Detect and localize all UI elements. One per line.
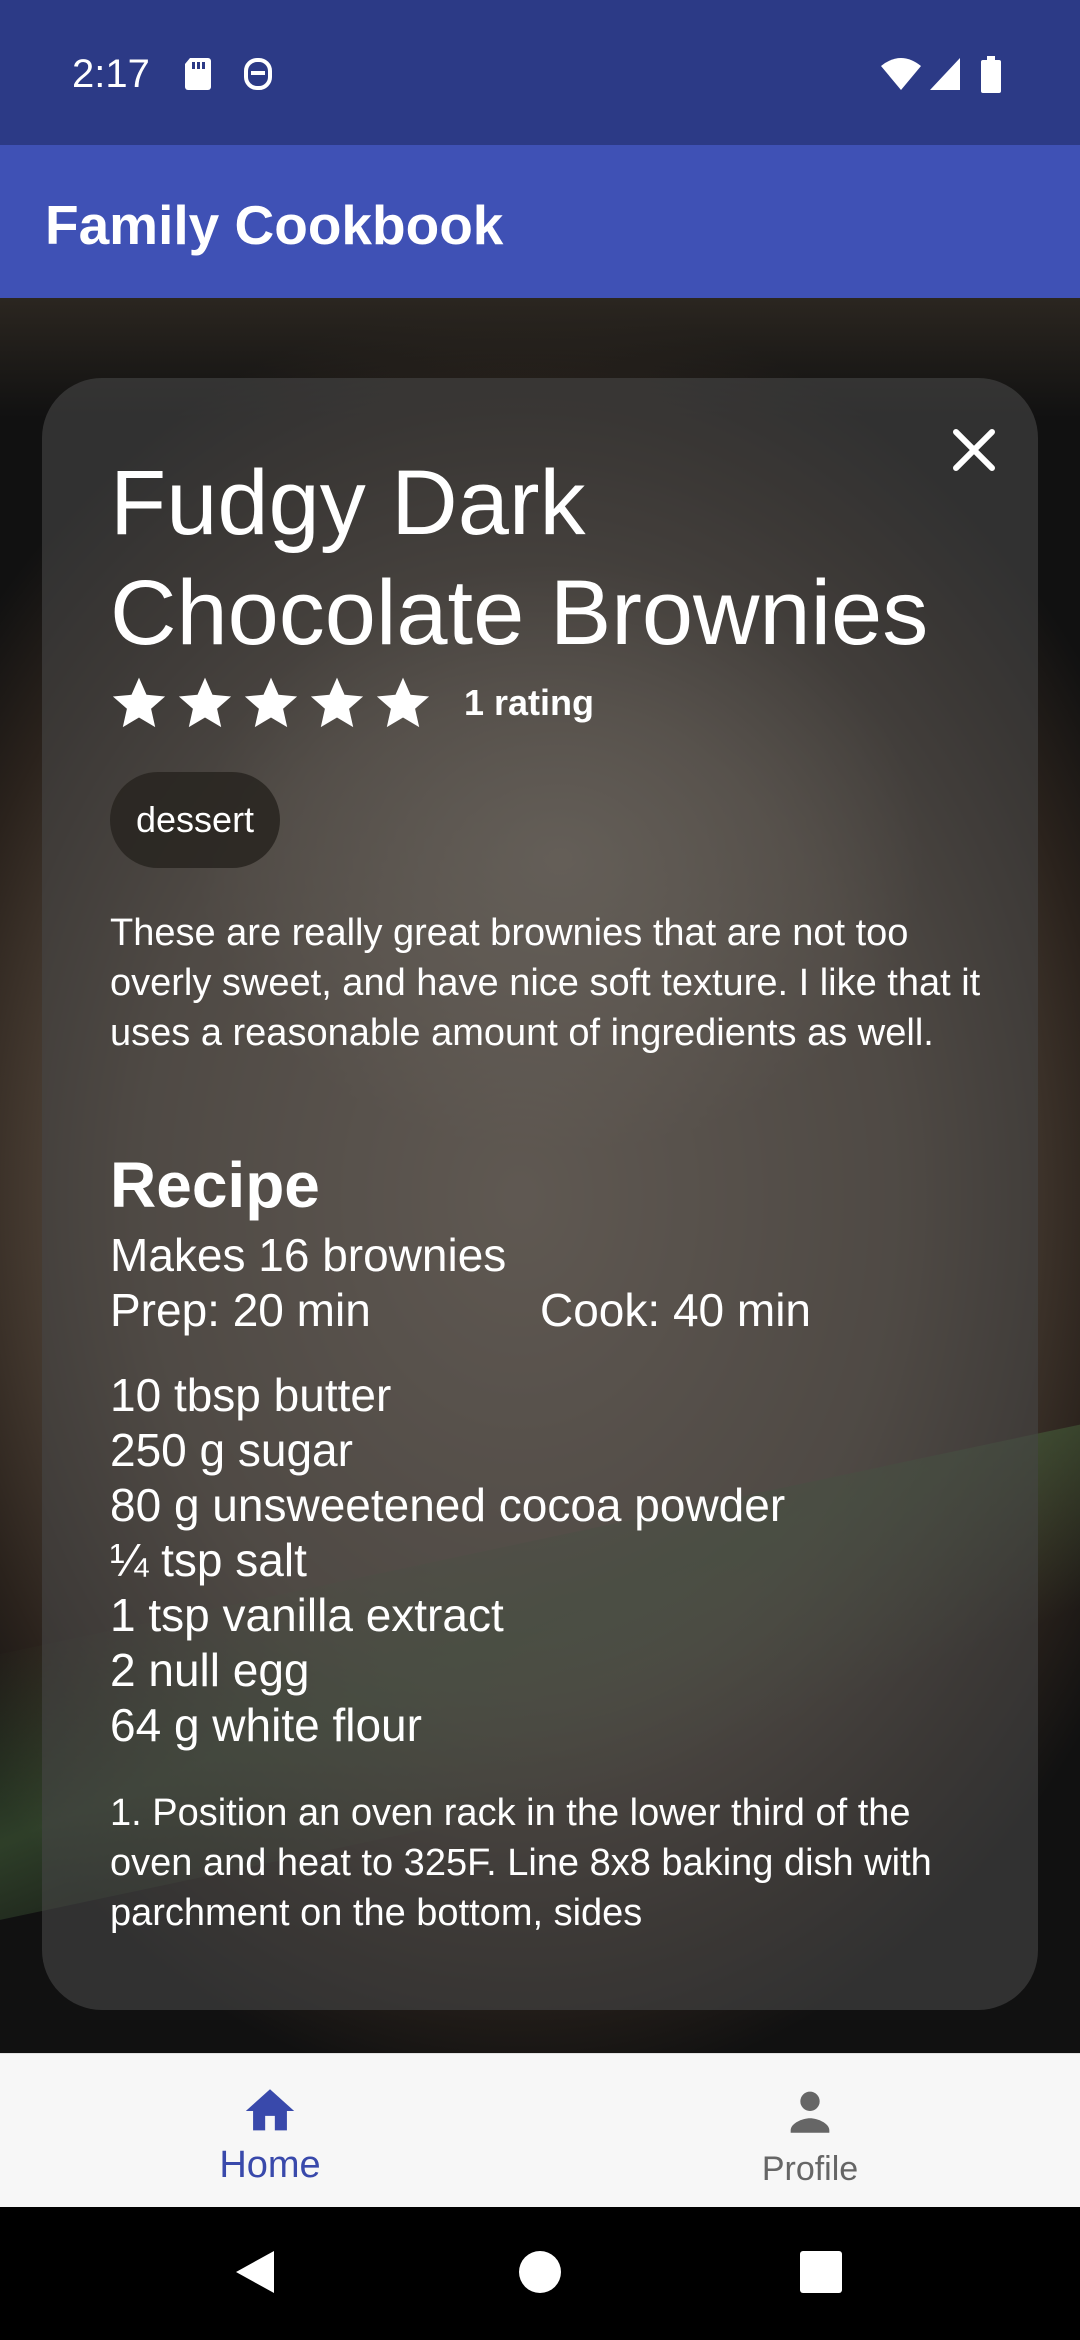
star-icon (310, 677, 364, 728)
ingredient-item: 80 g unsweetened cocoa powder (110, 1479, 786, 1531)
ingredient-item: 64 g white flour (110, 1699, 422, 1751)
home-icon (245, 2089, 295, 2131)
back-icon[interactable] (232, 2247, 278, 2297)
ingredient-item: 2 null egg (110, 1644, 310, 1696)
status-time: 2:17 (72, 52, 150, 96)
ingredient-item: 250 g sugar (110, 1424, 353, 1476)
battery-icon (981, 56, 1001, 93)
star-icon (376, 677, 430, 728)
star-icon (112, 677, 166, 728)
sd-card-icon (185, 58, 211, 90)
system-navigation-bar (0, 2207, 1080, 2340)
star-icon (244, 677, 298, 728)
recipe-card: Fudgy Dark Chocolate Brownies 1 rating d… (42, 378, 1038, 2010)
recipe-yield: Makes 16 brownies (110, 1229, 507, 1281)
rating-row[interactable]: 1 rating (110, 668, 594, 738)
app-title: Family Cookbook (45, 194, 504, 256)
bottom-navigation: Home Profile (0, 2053, 1080, 2207)
ingredient-item: ¼ tsp salt (110, 1534, 307, 1586)
star-icon (178, 677, 232, 728)
recipe-title: Fudgy Dark Chocolate Brownies (110, 452, 929, 664)
recipe-description: These are really great brownies that are… (110, 912, 981, 1054)
nav-item-home[interactable]: Home (0, 2054, 540, 2208)
ingredient-item: 10 tbsp butter (110, 1369, 392, 1421)
status-bar: 2:17 (0, 0, 1080, 145)
wifi-icon (881, 58, 921, 90)
person-icon (790, 2091, 830, 2133)
prep-time: Prep: 20 min (110, 1284, 371, 1336)
app-bar: Family Cookbook (0, 145, 1080, 298)
signal-icon (930, 58, 960, 90)
recents-icon[interactable] (798, 2247, 844, 2297)
tag-chip-dessert[interactable]: dessert (110, 772, 281, 868)
rating-count: 1 rating (464, 682, 595, 723)
recipe-background-image: Fudgy Dark Chocolate Brownies 1 rating d… (0, 298, 1080, 2053)
cook-time: Cook: 40 min (540, 1284, 812, 1336)
ingredient-item: 1 tsp vanilla extract (110, 1589, 504, 1641)
nav-label-home: Home (219, 2144, 321, 2186)
recipe-step: 1. Position an oven rack in the lower th… (110, 1792, 932, 1934)
recipe-section-heading: Recipe (110, 1149, 320, 1221)
home-circle-icon[interactable] (518, 2247, 562, 2297)
nav-item-profile[interactable]: Profile (540, 2054, 1080, 2208)
ingredient-list: 10 tbsp butter 250 g sugar 80 g unsweete… (110, 1368, 785, 1753)
assistant-icon (244, 58, 272, 90)
nav-label-profile: Profile (761, 2150, 859, 2188)
